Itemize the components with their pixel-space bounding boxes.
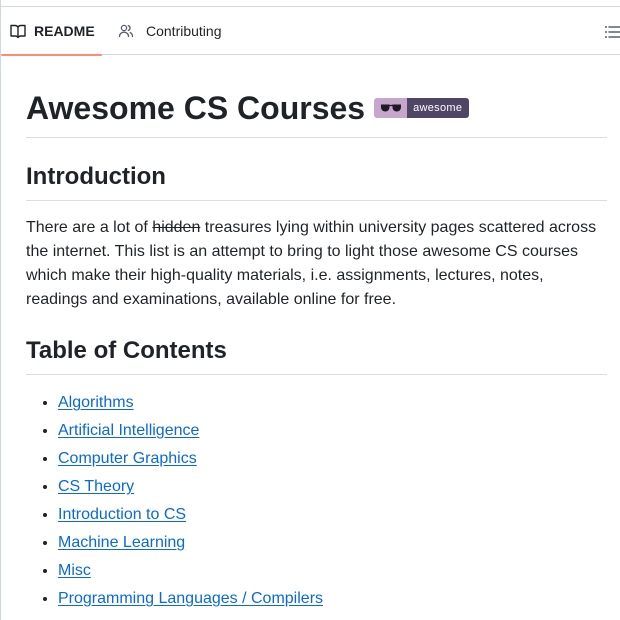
toc-link-cs-theory[interactable]: CS Theory: [58, 478, 134, 495]
title-divider: [26, 137, 607, 138]
toc-list: Algorithms Artificial Intelligence Compu…: [26, 389, 323, 613]
tab-readme[interactable]: README: [1, 7, 102, 56]
page-title: Awesome CS Courses awesome: [26, 88, 470, 128]
toc-link-machine-learning[interactable]: Machine Learning: [58, 534, 185, 551]
introduction-divider: [26, 200, 607, 201]
list-item: Programming Languages / Compilers: [58, 585, 323, 613]
badge-label: awesome: [407, 98, 470, 118]
sunglasses-icon: [374, 98, 408, 118]
toc-divider: [26, 374, 607, 375]
toc-link-misc[interactable]: Misc: [58, 562, 91, 579]
tab-contributing[interactable]: Contributing: [118, 7, 222, 55]
list-item: Introduction to CS: [58, 501, 323, 529]
readme-tab-bar: README Contributing: [1, 7, 620, 56]
book-icon: [10, 23, 26, 39]
list-item: Artificial Intelligence: [58, 417, 323, 445]
awesome-badge[interactable]: awesome: [374, 98, 470, 118]
list-item: Computer Graphics: [58, 445, 323, 473]
toc-heading: Table of Contents: [26, 337, 227, 364]
intro-text-start: There are a lot of: [26, 219, 153, 236]
toc-link-programming-languages[interactable]: Programming Languages / Compilers: [58, 590, 323, 607]
toc-link-intro-to-cs[interactable]: Introduction to CS: [58, 506, 186, 523]
tab-contributing-label: Contributing: [146, 23, 222, 39]
toc-link-algorithms[interactable]: Algorithms: [58, 394, 134, 411]
tab-readme-label: README: [34, 23, 95, 39]
list-item: Misc: [58, 557, 323, 585]
list-item: Algorithms: [58, 389, 323, 417]
readme-panel: README Contributing Awesome CS Courses a…: [0, 0, 620, 620]
intro-struck-word: hidden: [152, 219, 201, 236]
introduction-paragraph: There are a lot of hidden treasures lyin…: [26, 216, 606, 312]
list-item: Machine Learning: [58, 529, 323, 557]
people-icon: [118, 23, 134, 39]
list-item: CS Theory: [58, 473, 323, 501]
page-title-text: Awesome CS Courses: [26, 90, 366, 126]
introduction-heading: Introduction: [26, 163, 166, 190]
toc-link-artificial-intelligence[interactable]: Artificial Intelligence: [58, 422, 199, 439]
list-unordered-icon[interactable]: [603, 23, 620, 41]
toc-link-computer-graphics[interactable]: Computer Graphics: [58, 450, 197, 467]
